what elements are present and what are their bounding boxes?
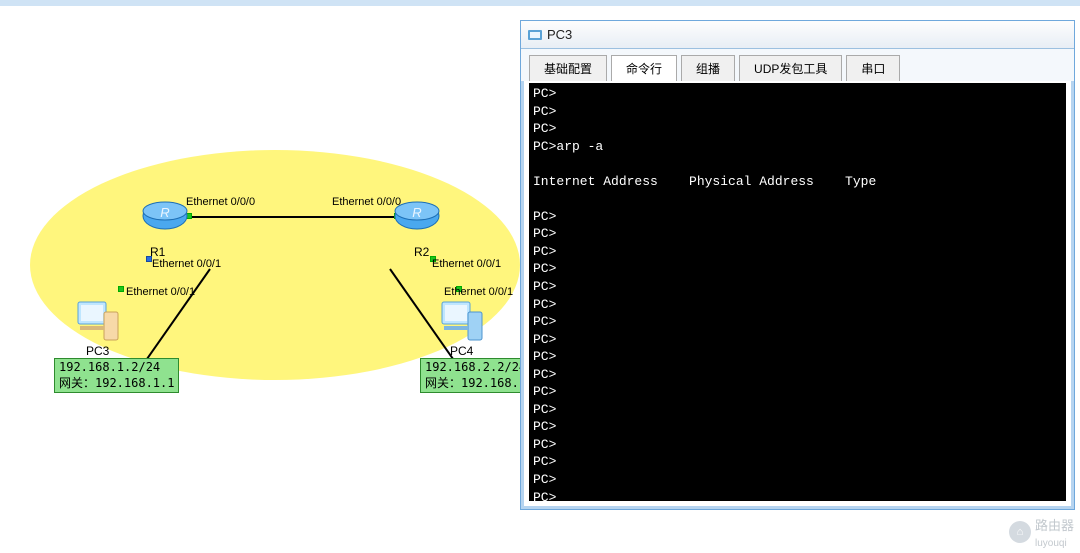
router-icon: R [142,200,188,232]
router-r1[interactable]: R [142,200,188,232]
pc3-ip-box: 192.168.1.2/24 网关：192.168.1.1 [54,358,179,393]
pc-icon [438,296,486,344]
pc4-ip-box: 192.168.2.2/24 网关：192.168. [420,358,531,393]
port-dot [118,286,124,292]
tab-label: 串口 [861,62,885,76]
iface-label: Ethernet 0/0/0 [186,196,255,208]
topology-canvas[interactable]: R R1 Ethernet 0/0/0 Ethernet 0/0/1 R R2 … [0,0,520,553]
watermark-icon: ⌂ [1009,521,1031,543]
pc3-ip: 192.168.1.2/24 [59,360,174,376]
svg-text:R: R [412,205,421,220]
tab-udp-tool[interactable]: UDP发包工具 [739,55,842,81]
pc3-label: PC3 [86,344,109,358]
tab-serial[interactable]: 串口 [846,55,900,81]
terminal-output[interactable]: PC> PC> PC> PC>arp -a Internet Address P… [529,83,1066,501]
router-r2-label: R2 [414,245,429,259]
pc-pc3[interactable] [74,296,122,344]
watermark-sub: luyouqi [1035,538,1067,549]
router-r1-label: R1 [150,245,165,259]
pc3-gateway: 网关：192.168.1.1 [59,376,174,392]
window-title: PC3 [547,27,572,42]
pc4-gateway: 网关：192.168. [425,376,526,392]
watermark: ⌂ 路由器 luyouqi [1009,515,1074,549]
tab-bar: 基础配置 命令行 组播 UDP发包工具 串口 [521,49,1074,81]
svg-text:R: R [160,205,169,220]
tab-label: 基础配置 [544,62,592,76]
app-icon [527,27,543,43]
iface-label: Ethernet 0/0/1 [432,258,501,270]
pc4-ip: 192.168.2.2/24 [425,360,526,376]
watermark-text: 路由器 [1035,518,1074,533]
tab-basic-config[interactable]: 基础配置 [529,55,607,81]
iface-label: Ethernet 0/0/1 [126,286,195,298]
pc-icon [74,296,122,344]
tab-cli[interactable]: 命令行 [611,55,677,81]
iface-label: Ethernet 0/0/1 [152,258,221,270]
pc3-terminal-window[interactable]: PC3 基础配置 命令行 组播 UDP发包工具 串口 PC> PC> PC> P… [520,20,1075,510]
iface-label: Ethernet 0/0/1 [444,286,513,298]
window-titlebar[interactable]: PC3 [521,21,1074,49]
pc-pc4[interactable] [438,296,486,344]
tab-label: 组播 [696,62,720,76]
pc4-label: PC4 [450,344,473,358]
tab-multicast[interactable]: 组播 [681,55,735,81]
tab-label: UDP发包工具 [754,62,827,76]
tab-label: 命令行 [626,62,662,76]
link-r1-r2 [188,216,398,218]
iface-label: Ethernet 0/0/0 [332,196,401,208]
